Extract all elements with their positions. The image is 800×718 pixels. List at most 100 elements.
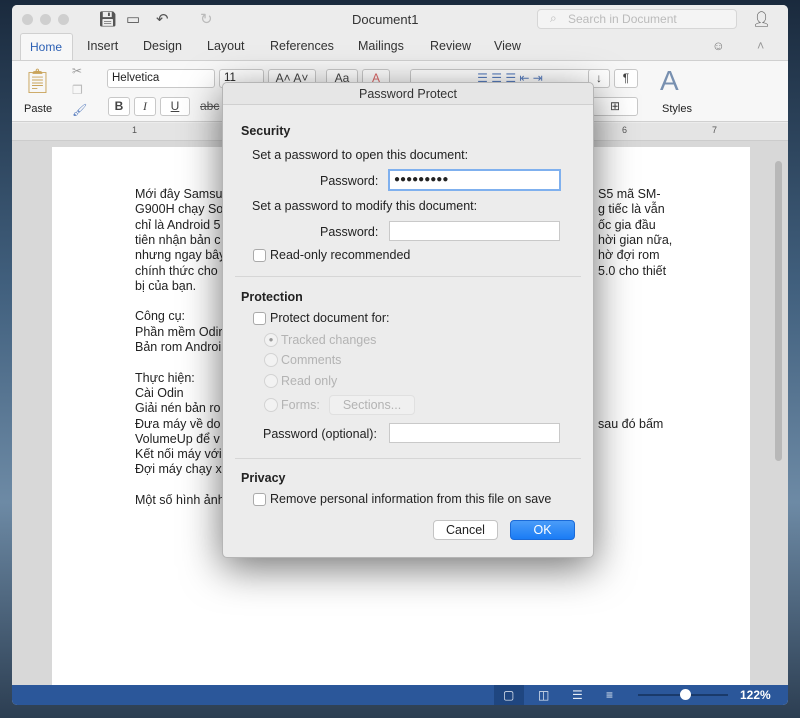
ruler-tick: 7 [712,125,718,135]
document-line: G900H chạy So [135,202,224,217]
remove-personal-info-checkbox[interactable] [253,493,266,506]
tab-home[interactable]: Home [20,33,73,61]
print-layout-view-icon[interactable]: ▢ [494,685,524,705]
tracked-changes-radio[interactable]: ● [264,333,278,347]
zoom-level[interactable]: 122% [740,688,771,702]
outline-view-icon[interactable]: ☰ [572,688,583,702]
remove-personal-info-label[interactable]: Remove personal information from this fi… [270,492,551,506]
divider [235,458,581,459]
title-bar: 💾︎ ▭ ↶ ↻ Document1 ⌕ Search in Document 👤… [12,5,788,33]
document-line: nhưng ngay bây [135,248,226,263]
tab-design[interactable]: Design [143,39,182,53]
read-only-label[interactable]: Read only [281,374,337,388]
styles-icon[interactable]: A [660,65,679,97]
tab-review[interactable]: Review [430,39,471,53]
document-line: chính thức cho [135,263,218,278]
web-layout-view-icon[interactable]: ◫ [538,688,549,702]
document-line: chỉ là Android 5 [135,217,221,232]
font-name-select[interactable]: Helvetica [107,69,215,88]
password-label: Password: [320,174,379,188]
read-only-recommended-label[interactable]: Read-only recommended [270,248,410,262]
document-line: Một số hình ảnh [135,493,225,507]
vertical-scrollbar[interactable] [775,161,782,461]
search-placeholder: Search in Document [568,12,677,26]
paste-label[interactable]: Paste [24,103,52,115]
read-only-radio[interactable] [264,374,278,388]
format-painter-icon[interactable]: 🖌︎ [72,103,87,117]
minimize-button[interactable] [40,14,51,25]
read-only-recommended-checkbox[interactable] [253,249,266,262]
tab-layout[interactable]: Layout [207,39,245,53]
document-line-fragment: g tiếc là vẫn [598,202,665,217]
document-line-fragment: S5 mã SM- [598,187,661,201]
document-line: Giải nén bản ro [135,401,221,416]
document-line: bị của bạn. [135,278,197,293]
tab-references[interactable]: References [270,39,334,53]
document-line: Cài Odin [135,385,184,400]
italic-button[interactable]: I [134,97,156,116]
document-line: Phần mềm Odir [135,324,223,339]
pilcrow-icon[interactable]: ¶ [614,69,638,88]
forms-label[interactable]: Forms: [281,398,320,412]
open-password-label: Set a password to open this document: [252,148,469,162]
collapse-ribbon-icon[interactable]: ˄ [757,39,764,53]
document-line-fragment: hời gian nữa, [598,232,673,247]
protect-document-label[interactable]: Protect document for: [270,311,390,325]
protection-heading: Protection [241,290,303,304]
ruler-tick: 1 [132,125,138,135]
share-person-icon[interactable]: 👤︎ [752,10,771,28]
search-input[interactable]: ⌕ Search in Document [537,9,737,29]
document-line: Bản rom Androi [135,340,222,354]
sections-button[interactable]: Sections... [329,395,415,415]
privacy-heading: Privacy [241,471,286,485]
save-icon[interactable]: 💾︎ [98,10,117,28]
strikethrough-button[interactable]: abc [200,99,219,113]
password-label-2: Password: [320,225,379,239]
comments-radio[interactable] [264,353,278,367]
ok-button[interactable]: OK [510,520,575,540]
tab-insert[interactable]: Insert [87,39,118,53]
modify-password-label: Set a password to modify this document: [252,199,478,213]
bold-button[interactable]: B [108,97,130,116]
document-line: Đưa máy về do [135,416,221,431]
status-bar: ▢ ◫ ☰ ≡ 122% [12,685,788,705]
styles-label[interactable]: Styles [662,103,692,115]
tab-mailings[interactable]: Mailings [358,39,404,53]
smiley-feedback-icon[interactable]: ☺ [712,39,725,53]
modify-password-field[interactable] [389,221,560,241]
close-button[interactable] [22,14,33,25]
password-protect-dialog: Password Protect Security Set a password… [222,82,594,558]
open-folder-icon[interactable]: ▭ [126,10,140,28]
document-line: Thực hiện: [135,370,195,385]
document-title: Document1 [352,12,419,27]
redo-icon[interactable]: ↻ [200,10,213,28]
protect-document-checkbox[interactable] [253,312,266,325]
comments-label[interactable]: Comments [281,353,341,367]
underline-button[interactable]: U [160,97,190,116]
ruler-tick: 6 [622,125,628,135]
undo-icon[interactable]: ↶ [156,10,169,28]
optional-password-label: Password (optional): [263,427,377,441]
cut-icon[interactable]: ✂ [72,64,82,78]
document-line: Kết nối máy với [135,447,222,462]
zoom-slider-thumb[interactable] [680,689,691,700]
open-password-field[interactable]: ●●●●●●●●● [388,169,561,191]
document-line: tiên nhận bản c [135,232,221,247]
paste-clipboard-icon[interactable]: 📋︎ [22,67,52,96]
cancel-button[interactable]: Cancel [433,520,498,540]
zoom-button[interactable] [58,14,69,25]
tracked-changes-label[interactable]: Tracked changes [281,333,376,347]
document-line-fragment: ốc gia đầu [598,217,656,232]
draft-view-icon[interactable]: ≡ [606,688,613,702]
divider [235,276,581,277]
document-line-fragment: 5.0 cho thiết [598,263,667,278]
document-line-fragment: sau đó bấm [598,416,664,431]
security-heading: Security [241,124,291,138]
optional-password-field[interactable] [389,423,560,443]
tab-view[interactable]: View [494,39,521,53]
dialog-title: Password Protect [223,83,593,105]
borders-button[interactable]: ⊞ [592,97,638,116]
copy-icon[interactable]: ❐ [72,83,83,97]
document-line: Mới đây Samsu [135,187,223,201]
forms-radio[interactable] [264,398,278,412]
